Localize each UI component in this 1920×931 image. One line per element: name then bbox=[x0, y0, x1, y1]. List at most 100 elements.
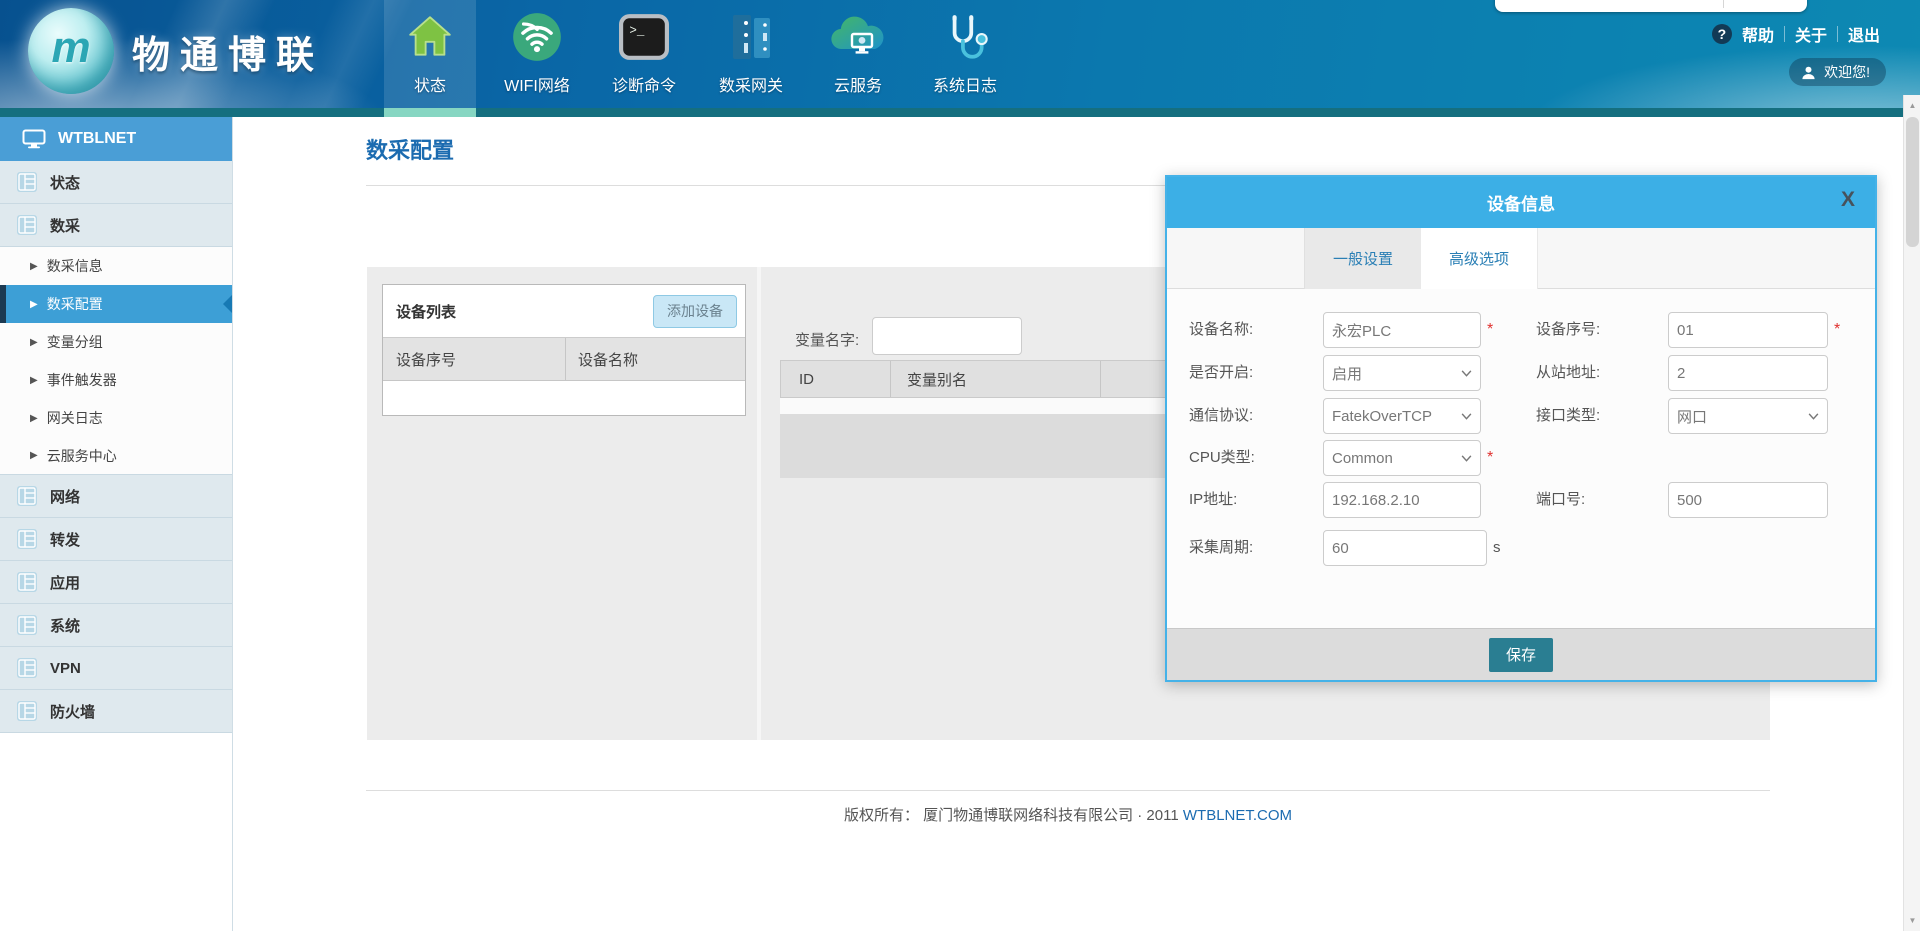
device-list-panel: 设备列表 添加设备 设备序号 设备名称 bbox=[382, 284, 746, 416]
nav-item-wifi[interactable]: WIFI网络 bbox=[491, 0, 583, 108]
sidebar-item-event-triggers[interactable]: ▶ 事件触发器 bbox=[0, 361, 232, 399]
sidebar-item-label: 数采信息 bbox=[47, 256, 103, 276]
sidebar-title: WTBLNET bbox=[58, 130, 136, 148]
nav-label: WIFI网络 bbox=[504, 72, 570, 96]
modal-form: 设备名称: * 设备序号: * 是否开启: 启用 从站地址: 通信协议: Fat… bbox=[1167, 289, 1875, 628]
sidebar-item-applications[interactable]: 应用 bbox=[0, 561, 232, 604]
scrollbar-up-icon[interactable]: ▲ bbox=[1904, 97, 1920, 114]
about-link[interactable]: 关于 bbox=[1795, 22, 1827, 46]
sidebar-item-label: 变量分组 bbox=[47, 332, 103, 352]
top-header: m 物通博联 状态 WIFI网络 >_ 诊断命令 数采网关 bbox=[0, 0, 1920, 108]
device-list-title: 设备列表 bbox=[396, 301, 456, 322]
bullet-arrow-icon: ▶ bbox=[30, 299, 38, 310]
nav-active-underline bbox=[384, 108, 476, 117]
sidebar-item-gateway-log[interactable]: ▶ 网关日志 bbox=[0, 399, 232, 437]
ip-address-label: IP地址: bbox=[1189, 482, 1237, 518]
sidebar-item-label: 系统 bbox=[50, 615, 80, 636]
copyright-text: 版权所有： 厦门物通博联网络科技有限公司 · 2011 bbox=[844, 807, 1179, 824]
ip-address-input[interactable] bbox=[1323, 482, 1481, 518]
tab-general-settings[interactable]: 一般设置 bbox=[1304, 228, 1421, 289]
grid-icon bbox=[16, 485, 38, 507]
sidebar-item-variable-groups[interactable]: ▶ 变量分组 bbox=[0, 323, 232, 361]
sidebar-item-network[interactable]: 网络 bbox=[0, 475, 232, 518]
enabled-value: 启用 bbox=[1332, 363, 1362, 384]
add-device-button[interactable]: 添加设备 bbox=[653, 295, 737, 328]
bullet-arrow-icon: ▶ bbox=[30, 261, 38, 272]
brand-logo: m 物通博联 bbox=[28, 8, 324, 94]
nav-item-syslog[interactable]: 系统日志 bbox=[919, 0, 1011, 108]
nav-label: 系统日志 bbox=[933, 72, 997, 96]
nav-label: 云服务 bbox=[834, 72, 882, 96]
modal-footer: 保存 bbox=[1167, 628, 1875, 680]
port-input[interactable] bbox=[1668, 482, 1828, 518]
sidebar-item-datacollect-info[interactable]: ▶ 数采信息 bbox=[0, 247, 232, 285]
interface-type-label: 接口类型: bbox=[1536, 398, 1600, 434]
device-serial-input[interactable] bbox=[1668, 312, 1828, 348]
protocol-value: FatekOverTCP bbox=[1332, 408, 1432, 425]
device-table-col-serial: 设备序号 bbox=[383, 338, 566, 380]
interface-type-select[interactable]: 网口 bbox=[1668, 398, 1828, 434]
required-asterisk: * bbox=[1487, 440, 1493, 476]
grid-icon bbox=[16, 571, 38, 593]
slave-address-input[interactable] bbox=[1668, 355, 1828, 391]
welcome-user-button[interactable]: 欢迎您! bbox=[1789, 58, 1886, 86]
sidebar-item-forwarding[interactable]: 转发 bbox=[0, 518, 232, 561]
close-icon[interactable]: X bbox=[1841, 189, 1855, 210]
modal-header: 设备信息 X bbox=[1167, 177, 1875, 228]
stethoscope-icon bbox=[937, 8, 993, 66]
wifi-icon bbox=[509, 8, 565, 66]
sidebar-item-label: 网关日志 bbox=[47, 408, 103, 428]
divider bbox=[1784, 26, 1785, 42]
bullet-arrow-icon: ▶ bbox=[30, 337, 38, 348]
chevron-down-icon bbox=[1461, 413, 1472, 420]
scrollbar-thumb[interactable] bbox=[1906, 117, 1919, 247]
find-bar-divider bbox=[1723, 0, 1724, 8]
bullet-arrow-icon: ▶ bbox=[30, 450, 38, 461]
wtblnet-link[interactable]: WTBLNET.COM bbox=[1183, 807, 1292, 824]
variable-name-label: 变量名字: bbox=[795, 329, 859, 350]
page-scrollbar[interactable]: ▲ ▼ bbox=[1903, 95, 1920, 931]
help-link[interactable]: 帮助 bbox=[1742, 22, 1774, 46]
sidebar-item-datacollect[interactable]: 数采 bbox=[0, 204, 232, 247]
sidebar-item-firewall[interactable]: 防火墙 bbox=[0, 690, 232, 733]
nav-item-status[interactable]: 状态 bbox=[384, 0, 476, 108]
nav-item-cloud[interactable]: 云服务 bbox=[812, 0, 904, 108]
sidebar-item-status[interactable]: 状态 bbox=[0, 161, 232, 204]
welcome-text: 欢迎您! bbox=[1824, 62, 1870, 82]
sidebar-item-label: 转发 bbox=[50, 529, 80, 550]
device-name-label: 设备名称: bbox=[1189, 312, 1253, 348]
required-asterisk: * bbox=[1487, 312, 1493, 348]
protocol-select[interactable]: FatekOverTCP bbox=[1323, 398, 1481, 434]
sidebar-item-system[interactable]: 系统 bbox=[0, 604, 232, 647]
sidebar-item-vpn[interactable]: VPN bbox=[0, 647, 232, 690]
collect-period-input[interactable] bbox=[1323, 530, 1487, 566]
panel-divider bbox=[757, 267, 761, 740]
variable-name-input[interactable] bbox=[872, 317, 1022, 355]
nav-label: 状态 bbox=[414, 72, 446, 96]
device-name-input[interactable] bbox=[1323, 312, 1481, 348]
variable-table-col-alias: 变量别名 bbox=[891, 361, 1101, 397]
nav-item-gateway[interactable]: 数采网关 bbox=[705, 0, 797, 108]
copyright-footer: 版权所有： 厦门物通博联网络科技有限公司 · 2011 WTBLNET.COM bbox=[366, 804, 1770, 825]
grid-icon bbox=[16, 528, 38, 550]
sidebar-item-label: 应用 bbox=[50, 572, 80, 593]
page-title: 数采配置 bbox=[366, 133, 454, 165]
logout-link[interactable]: 退出 bbox=[1848, 22, 1880, 46]
save-button[interactable]: 保存 bbox=[1489, 638, 1553, 672]
header-links: ? 帮助 关于 退出 bbox=[1712, 22, 1880, 46]
modal-tabs: 一般设置 高级选项 bbox=[1167, 228, 1875, 289]
sidebar-item-label: 事件触发器 bbox=[47, 370, 117, 390]
sidebar-item-datacollect-config[interactable]: ▶ 数采配置 bbox=[0, 285, 232, 323]
cpu-type-select[interactable]: Common bbox=[1323, 440, 1481, 476]
sidebar-item-label: 网络 bbox=[50, 486, 80, 507]
nav-item-diagnostics[interactable]: >_ 诊断命令 bbox=[598, 0, 690, 108]
cloud-icon bbox=[830, 8, 886, 66]
scrollbar-down-icon[interactable]: ▼ bbox=[1904, 912, 1920, 929]
enabled-select[interactable]: 启用 bbox=[1323, 355, 1481, 391]
port-label: 端口号: bbox=[1536, 482, 1585, 518]
find-bar-remnant bbox=[1495, 0, 1807, 12]
tab-advanced-options[interactable]: 高级选项 bbox=[1421, 228, 1538, 289]
sidebar-item-cloud-center[interactable]: ▶ 云服务中心 bbox=[0, 437, 232, 475]
grid-icon bbox=[16, 171, 38, 193]
sidebar-item-label: 云服务中心 bbox=[47, 446, 117, 466]
